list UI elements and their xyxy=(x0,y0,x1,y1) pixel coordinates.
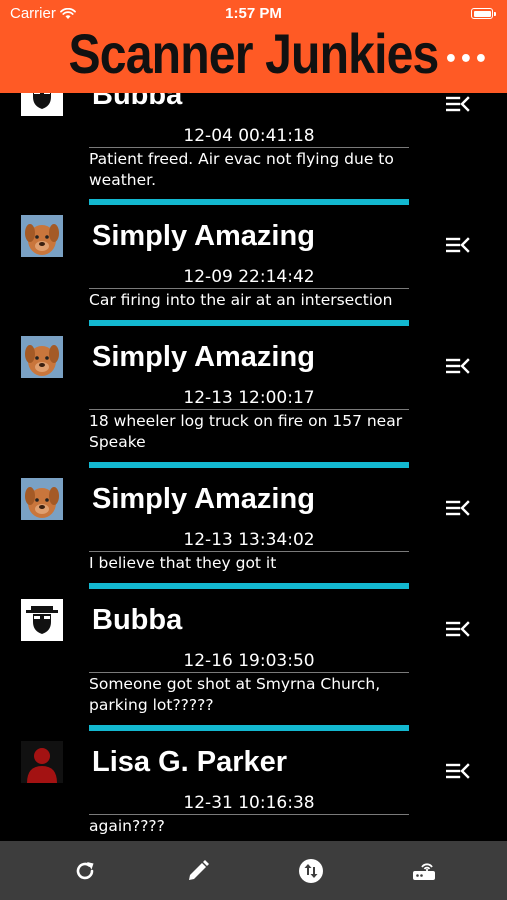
timestamp-rule xyxy=(89,147,409,148)
post-menu-icon[interactable] xyxy=(445,498,470,518)
author-name: Simply Amazing xyxy=(92,220,315,252)
avatar[interactable] xyxy=(21,741,63,783)
avatar[interactable] xyxy=(21,478,63,520)
post-timestamp: 12-09 22:14:42 xyxy=(183,267,315,287)
post-timestamp: 12-13 13:34:02 xyxy=(183,530,315,550)
sort-icon[interactable] xyxy=(297,857,325,885)
post-divider xyxy=(89,583,409,589)
app-title: Scanner Junkies xyxy=(68,22,440,85)
post-menu-icon[interactable] xyxy=(445,356,470,376)
refresh-icon[interactable] xyxy=(71,857,99,885)
post-message: Patient freed. Air evac not flying due t… xyxy=(89,150,394,189)
post-feed[interactable]: Bubba 12-04 00:41:18 Patient freed. Air … xyxy=(0,0,507,841)
post-divider xyxy=(89,199,409,205)
author-name: Simply Amazing xyxy=(92,483,315,515)
timestamp-rule xyxy=(89,814,409,815)
timestamp-rule xyxy=(89,672,409,673)
dog-avatar-icon xyxy=(21,336,63,378)
post-menu-icon[interactable] xyxy=(445,235,470,255)
post-timestamp: 12-04 00:41:18 xyxy=(183,126,315,146)
post-menu-icon[interactable] xyxy=(445,761,470,781)
avatar[interactable] xyxy=(21,336,63,378)
post-message: Someone got shot at Smyrna Church, parki… xyxy=(89,675,381,714)
dog-avatar-icon xyxy=(21,478,63,520)
author-name: Simply Amazing xyxy=(92,341,315,373)
post-menu-icon[interactable] xyxy=(445,619,470,639)
post-message: Car firing into the air at an intersecti… xyxy=(89,291,393,309)
person-silhouette-avatar-icon xyxy=(21,741,63,783)
post-message: 18 wheeler log truck on fire on 157 near… xyxy=(89,412,403,451)
bottom-toolbar xyxy=(0,841,507,900)
compose-icon[interactable] xyxy=(184,857,212,885)
post-menu-icon[interactable] xyxy=(445,94,470,114)
post-timestamp: 12-31 10:16:38 xyxy=(183,793,315,813)
post-divider xyxy=(89,462,409,468)
timestamp-rule xyxy=(89,288,409,289)
author-name: Bubba xyxy=(92,604,183,636)
heisenberg-avatar-icon xyxy=(21,599,63,641)
timestamp-rule xyxy=(89,551,409,552)
post-divider xyxy=(89,725,409,731)
post-timestamp: 12-16 19:03:50 xyxy=(183,651,315,671)
avatar[interactable] xyxy=(21,599,63,641)
post-message: again???? xyxy=(89,817,165,835)
author-name: Lisa G. Parker xyxy=(92,746,288,778)
dog-avatar-icon xyxy=(21,215,63,257)
post-message: I believe that they got it xyxy=(89,554,277,572)
timestamp-rule xyxy=(89,409,409,410)
scanner-icon[interactable] xyxy=(410,857,438,885)
more-dots-icon[interactable]: ••• xyxy=(444,49,489,71)
avatar[interactable] xyxy=(21,215,63,257)
app-header: Carrier 1:57 PM Scanner Junkies ••• xyxy=(0,0,507,93)
post-divider xyxy=(89,320,409,326)
battery-icon xyxy=(471,8,496,19)
post-timestamp: 12-13 12:00:17 xyxy=(183,388,315,408)
